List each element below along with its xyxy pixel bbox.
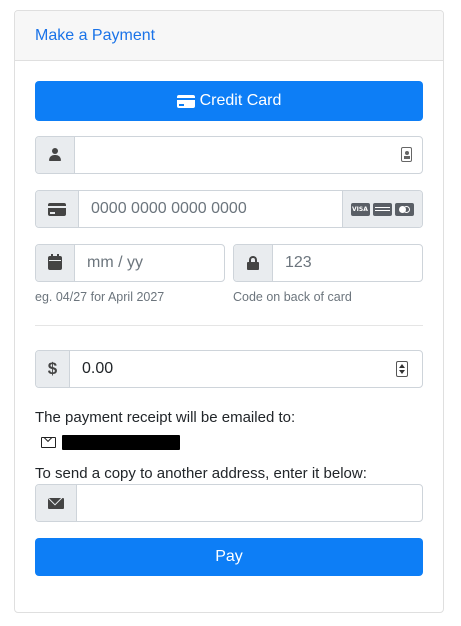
- expiry-help-text: eg. 04/27 for April 2027: [35, 290, 165, 304]
- dollar-icon-addon: $: [36, 351, 70, 387]
- receipt-notice: The payment receipt will be emailed to:: [35, 409, 296, 426]
- amount-group: $ 0.00: [35, 350, 423, 388]
- amount-input[interactable]: 0.00: [70, 351, 422, 387]
- copy-email-group: [35, 484, 423, 522]
- envelope-icon: [48, 497, 64, 509]
- credit-card-button[interactable]: Credit Card: [35, 81, 423, 121]
- amex-icon: [373, 202, 392, 216]
- pay-button-label: Pay: [215, 548, 243, 565]
- receipt-email-line: [41, 435, 180, 450]
- divider: [35, 325, 423, 326]
- cardholder-name-group: [35, 136, 423, 174]
- visa-icon: [351, 202, 370, 216]
- card-number-input[interactable]: 0000 0000 0000 0000: [79, 191, 342, 227]
- page-title: Make a Payment: [35, 26, 156, 44]
- copy-email-prompt: To send a copy to another address, enter…: [35, 465, 367, 482]
- lock-icon: [247, 256, 259, 270]
- cvv-group: 123: [233, 244, 423, 282]
- mastercard-icon: [395, 202, 414, 216]
- credit-card-icon: [48, 202, 66, 216]
- envelope-icon-addon: [36, 485, 77, 521]
- payment-card: Make a Payment Credit Card 0000 0000 000…: [14, 10, 444, 613]
- credit-card-icon: [176, 94, 195, 108]
- calendar-icon: [48, 254, 62, 270]
- calendar-icon-addon: [36, 245, 75, 281]
- credit-card-label: Credit Card: [199, 92, 282, 109]
- lock-icon-addon: [234, 245, 273, 281]
- card-header: Make a Payment: [15, 11, 443, 61]
- expiry-group: mm / yy: [35, 244, 225, 282]
- user-icon: [48, 148, 62, 162]
- card-brands: [342, 191, 422, 227]
- card-number-group: 0000 0000 0000 0000: [35, 190, 423, 228]
- contact-card-icon[interactable]: [401, 147, 412, 162]
- amount-stepper[interactable]: [396, 361, 408, 377]
- expiry-input[interactable]: mm / yy: [75, 245, 224, 281]
- copy-email-input[interactable]: [77, 485, 422, 521]
- user-icon-addon: [36, 137, 75, 173]
- card-icon-addon: [36, 191, 79, 227]
- cvv-input[interactable]: 123: [273, 245, 422, 281]
- pay-button[interactable]: Pay: [35, 538, 423, 576]
- redacted-email: [62, 435, 180, 450]
- dollar-icon: $: [47, 359, 58, 378]
- envelope-icon: [41, 437, 56, 448]
- cvv-help-text: Code on back of card: [233, 290, 352, 304]
- cardholder-name-input[interactable]: [75, 137, 422, 173]
